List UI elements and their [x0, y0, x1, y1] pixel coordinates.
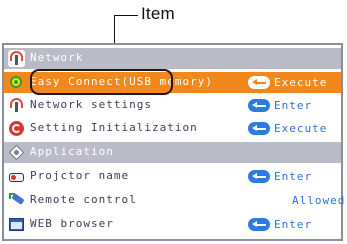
menu-item-projector-name[interactable]: Projctor name Enter [4, 166, 341, 187]
network-settings-icon [8, 97, 25, 114]
enter-key-icon [248, 99, 270, 112]
network-icon [8, 50, 25, 67]
action-label: Execute [274, 122, 328, 135]
projector-icon [8, 168, 25, 185]
menu-item-network-settings[interactable]: Network settings Enter [4, 95, 341, 116]
enter-key-icon [248, 218, 270, 231]
enter-action[interactable]: Enter [248, 169, 312, 184]
execute-action[interactable]: Execute [248, 121, 327, 136]
action-label: Execute [274, 76, 328, 89]
menu-item-label: Network settings [30, 98, 152, 111]
remote-control-icon [8, 192, 25, 209]
action-label: Enter [274, 99, 313, 112]
enter-key-icon [248, 122, 270, 135]
enter-key-icon [248, 170, 270, 183]
section-header-application: Application [4, 142, 341, 163]
section-label: Application [30, 145, 114, 158]
callout-line [114, 15, 138, 16]
menu-item-setting-initialization[interactable]: Setting Initialization Execute [4, 118, 341, 139]
value-label: Allowed [292, 194, 346, 207]
enter-action[interactable]: Enter [248, 217, 312, 232]
web-browser-icon [8, 216, 25, 233]
section-header-network: Network [4, 48, 341, 69]
callout-label: Item [141, 4, 175, 23]
setting-initialization-icon [8, 120, 25, 137]
execute-action[interactable]: Execute [248, 75, 327, 90]
easy-connect-icon [8, 74, 25, 91]
application-icon [8, 144, 25, 161]
enter-action[interactable]: Enter [248, 98, 312, 113]
enter-key-icon [248, 76, 270, 89]
menu-item-label: Remote control [30, 193, 137, 206]
menu-item-remote-control[interactable]: Remote control Allowed [4, 190, 344, 211]
menu-item-label: Projctor name [30, 169, 130, 182]
menu-item-label: Setting Initialization [30, 121, 198, 134]
remote-control-value[interactable]: Allowed [292, 193, 345, 208]
action-label: Enter [274, 218, 313, 231]
item-highlight-frame [30, 69, 173, 95]
menu-item-label: WEB browser [30, 217, 114, 230]
menu-item-web-browser[interactable]: WEB browser Enter [4, 214, 341, 235]
section-label: Network [30, 51, 84, 64]
action-label: Enter [274, 170, 313, 183]
